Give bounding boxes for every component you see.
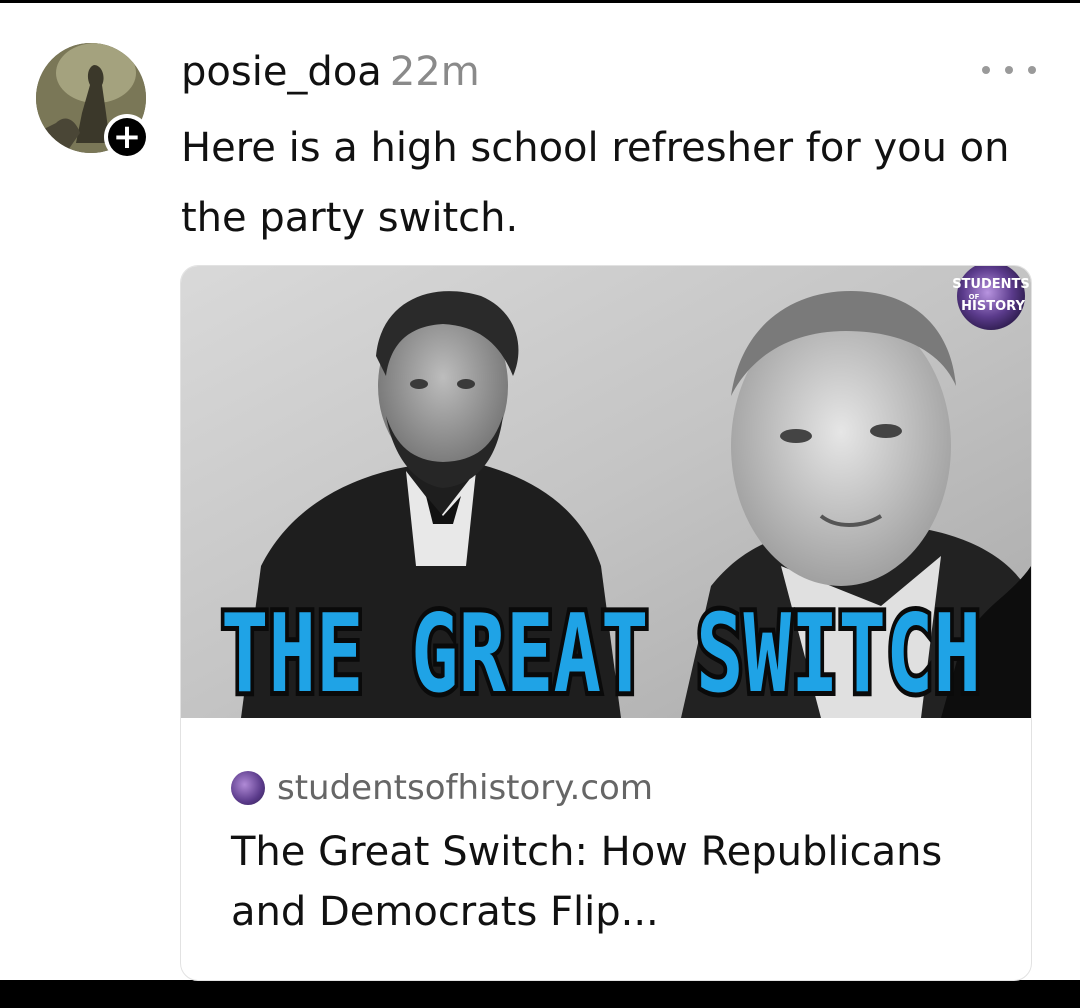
thumbnail-title-text: THE GREAT SWITCH	[221, 592, 981, 717]
link-domain: studentsofhistory.com	[277, 768, 653, 808]
logo-line1: STUDENTS	[952, 277, 1030, 292]
post-screen: + posie_doa 22m Here is a high school ref…	[0, 3, 1080, 1008]
logo-line3: HISTORY	[961, 299, 1025, 314]
bottom-bar	[0, 983, 1080, 1008]
more-dot	[982, 66, 990, 74]
post-time: 22m	[389, 49, 480, 95]
link-source: studentsofhistory.com	[231, 766, 653, 810]
more-dot	[1005, 66, 1013, 74]
link-preview-image: STUDENTS OF HISTORY THE GREAT SWITCH THE…	[181, 266, 1031, 718]
post-text: Here is a high school refresher for you …	[181, 125, 1010, 241]
site-favicon-icon	[231, 771, 265, 805]
more-dot	[1028, 66, 1036, 74]
post-header: posie_doa 22m	[181, 47, 480, 97]
great-switch-thumbnail: STUDENTS OF HISTORY THE GREAT SWITCH THE…	[181, 266, 1031, 718]
link-preview-card[interactable]: STUDENTS OF HISTORY THE GREAT SWITCH THE…	[180, 265, 1032, 981]
link-title[interactable]: The Great Switch: How Republicans and De…	[231, 822, 991, 942]
follow-button[interactable]: +	[104, 114, 150, 160]
plus-icon: +	[108, 118, 146, 156]
username[interactable]: posie_doa	[181, 49, 382, 95]
thumbnail-title: THE GREAT SWITCH THE GREAT SWITCH	[216, 587, 986, 718]
more-horizontal-icon[interactable]	[982, 55, 1036, 85]
